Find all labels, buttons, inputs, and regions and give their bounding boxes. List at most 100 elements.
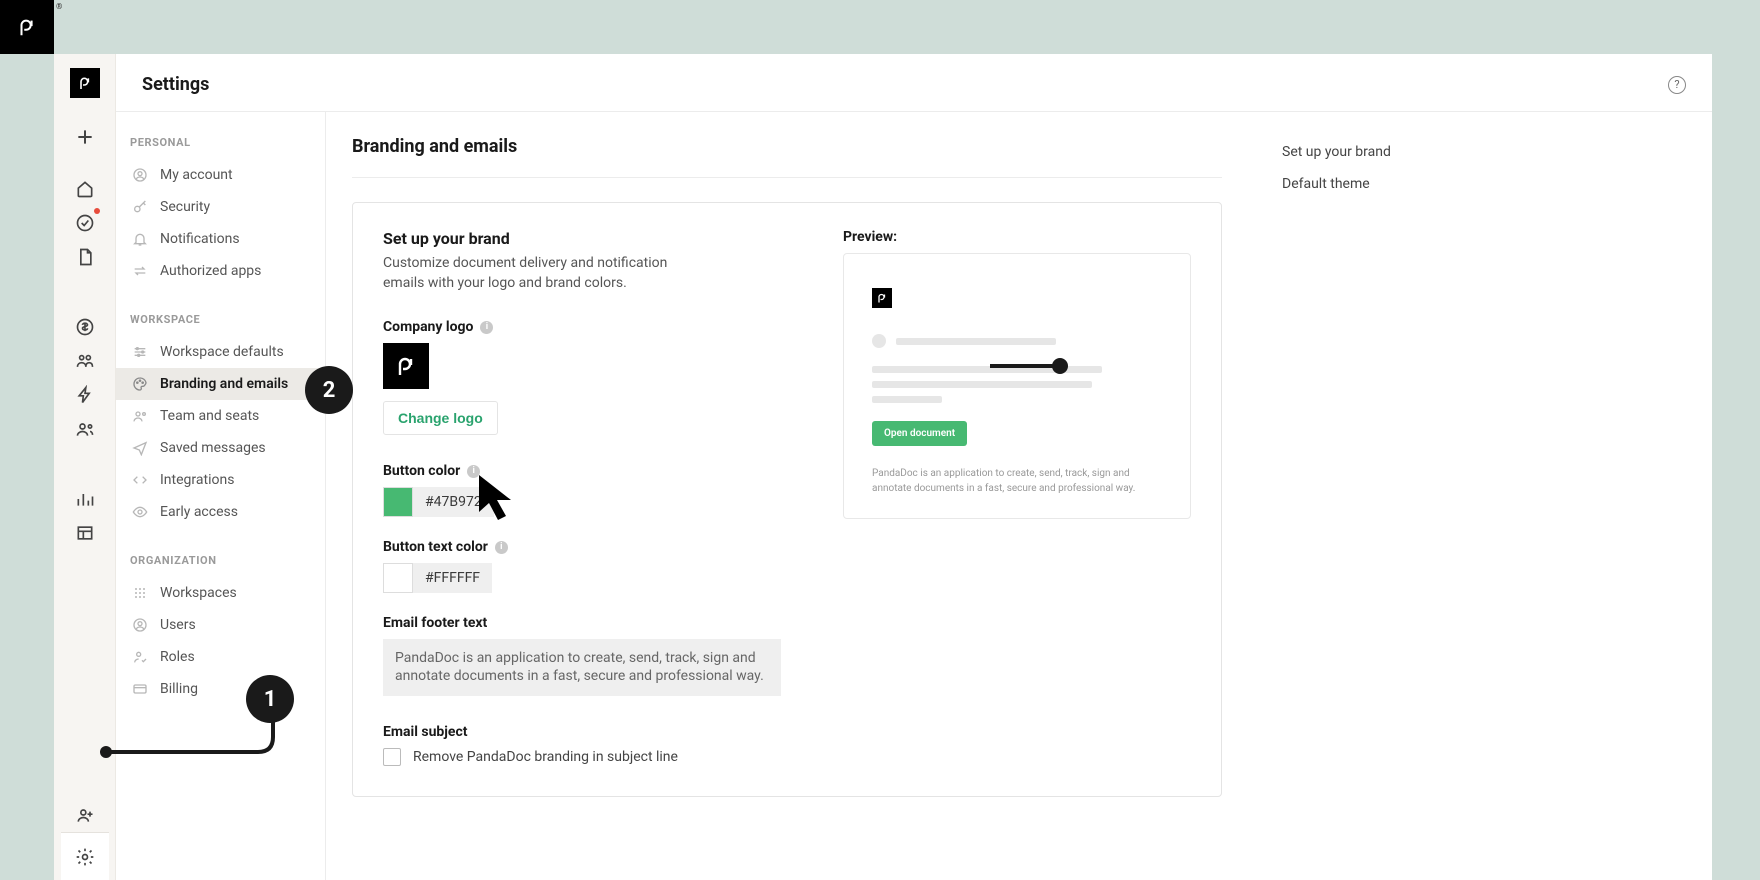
- brand-heading: Set up your brand: [383, 229, 783, 248]
- button-color-swatch[interactable]: [383, 487, 413, 517]
- nav-section-workspace: WORKSPACE: [116, 313, 325, 336]
- nav-label: Team and seats: [160, 408, 259, 424]
- nav-security[interactable]: Security: [116, 191, 325, 223]
- grid-icon: [130, 583, 150, 603]
- nav-label: Users: [160, 617, 196, 633]
- preview-footer-text: PandaDoc is an application to create, se…: [872, 466, 1162, 496]
- nav-catalog[interactable]: [68, 310, 102, 344]
- nav-authorized-apps[interactable]: Authorized apps: [116, 255, 325, 287]
- remove-branding-checkbox[interactable]: [383, 748, 401, 766]
- team-icon: [75, 419, 95, 439]
- nav-label: Security: [160, 199, 210, 215]
- info-icon[interactable]: i: [480, 321, 493, 334]
- add-user-icon: [75, 805, 95, 825]
- nav-team[interactable]: [68, 412, 102, 446]
- notification-dot: [94, 208, 100, 214]
- tour-badge-2: 2: [305, 366, 353, 414]
- dollar-circle-icon: [75, 317, 95, 337]
- workspace-logo[interactable]: [70, 68, 100, 98]
- home-icon: [75, 179, 95, 199]
- preview-open-document-button: Open document: [872, 421, 967, 446]
- nav-settings[interactable]: [61, 832, 109, 880]
- nav-label: Notifications: [160, 231, 240, 247]
- pandadoc-logo-icon: [876, 292, 888, 304]
- email-preview: Open document PandaDoc is an application…: [843, 253, 1191, 519]
- nav-label: Workspace defaults: [160, 344, 284, 360]
- nav-roles[interactable]: Roles: [116, 641, 325, 673]
- palette-icon: [130, 374, 150, 394]
- nav-label: Authorized apps: [160, 263, 261, 279]
- aside-link-theme[interactable]: Default theme: [1282, 168, 1522, 200]
- email-subject-label: Email subject: [383, 724, 783, 740]
- send-icon: [130, 438, 150, 458]
- nav-label: My account: [160, 167, 233, 183]
- preview-logo: [872, 288, 892, 308]
- pandadoc-logo-icon: [16, 16, 38, 38]
- change-logo-button[interactable]: Change logo: [383, 401, 498, 435]
- bell-icon: [130, 229, 150, 249]
- nav-my-account[interactable]: My account: [116, 159, 325, 191]
- button-text-color-swatch[interactable]: [383, 563, 413, 593]
- key-icon: [130, 197, 150, 217]
- button-text-color-input[interactable]: #FFFFFF: [413, 563, 492, 593]
- plus-icon: [75, 127, 95, 147]
- nav-label: Roles: [160, 649, 195, 665]
- tour-connector-2: [990, 356, 1110, 376]
- email-footer-input[interactable]: [383, 639, 781, 695]
- remove-branding-label: Remove PandaDoc branding in subject line: [413, 749, 678, 765]
- help-button[interactable]: ?: [1668, 76, 1686, 94]
- nav-automations[interactable]: [68, 378, 102, 412]
- nav-notifications[interactable]: Notifications: [116, 223, 325, 255]
- nav-label: Early access: [160, 504, 238, 520]
- nav-home[interactable]: [68, 172, 102, 206]
- info-icon[interactable]: i: [495, 541, 508, 554]
- nav-label: Integrations: [160, 472, 234, 488]
- pandadoc-logo-icon: [394, 354, 418, 378]
- nav-team-seats[interactable]: Team and seats: [116, 400, 325, 432]
- nav-section-personal: PERSONAL: [116, 136, 325, 159]
- divider: [352, 177, 1222, 178]
- aside-link-setup[interactable]: Set up your brand: [1282, 136, 1522, 168]
- company-logo-label: Company logo i: [383, 319, 783, 335]
- app-logo-corner: [0, 0, 54, 54]
- cursor-pointer-icon: [474, 470, 534, 530]
- nav-library[interactable]: [68, 516, 102, 550]
- nav-activity[interactable]: [68, 206, 102, 240]
- nav-documents[interactable]: [68, 240, 102, 274]
- tour-badge-1: 1: [246, 675, 294, 723]
- content-title: Branding and emails: [352, 136, 1222, 157]
- content-aside-nav: Set up your brand Default theme: [1282, 136, 1522, 856]
- preview-label: Preview:: [843, 229, 1191, 245]
- user-circle-icon: [130, 165, 150, 185]
- preview-skeleton: [872, 396, 942, 403]
- nav-workspace-defaults[interactable]: Workspace defaults: [116, 336, 325, 368]
- team-icon: [130, 406, 150, 426]
- user-circle-icon: [130, 615, 150, 635]
- swap-icon: [130, 261, 150, 281]
- layout-icon: [75, 523, 95, 543]
- nav-workspaces[interactable]: Workspaces: [116, 577, 325, 609]
- preview-skeleton: [872, 334, 1162, 348]
- nav-label: Branding and emails: [160, 376, 288, 392]
- people-icon: [75, 351, 95, 371]
- nav-section-organization: ORGANIZATION: [116, 554, 325, 577]
- nav-invite[interactable]: [68, 798, 102, 832]
- sliders-icon: [130, 342, 150, 362]
- nav-contacts[interactable]: [68, 344, 102, 378]
- activity-check-icon: [75, 213, 95, 233]
- nav-reports[interactable]: [68, 482, 102, 516]
- document-icon: [75, 247, 95, 267]
- new-document-button[interactable]: [68, 120, 102, 154]
- nav-integrations[interactable]: Integrations: [116, 464, 325, 496]
- preview-skeleton: [872, 381, 1092, 388]
- nav-saved-messages[interactable]: Saved messages: [116, 432, 325, 464]
- eye-icon: [130, 502, 150, 522]
- nav-branding-emails[interactable]: Branding and emails: [116, 368, 325, 400]
- company-logo-preview: [383, 343, 429, 389]
- bolt-icon: [75, 385, 95, 405]
- registered-mark: ®: [56, 2, 62, 11]
- page-title: Settings: [142, 74, 209, 95]
- button-text-color-label: Button text color i: [383, 539, 783, 555]
- nav-users[interactable]: Users: [116, 609, 325, 641]
- nav-early-access[interactable]: Early access: [116, 496, 325, 528]
